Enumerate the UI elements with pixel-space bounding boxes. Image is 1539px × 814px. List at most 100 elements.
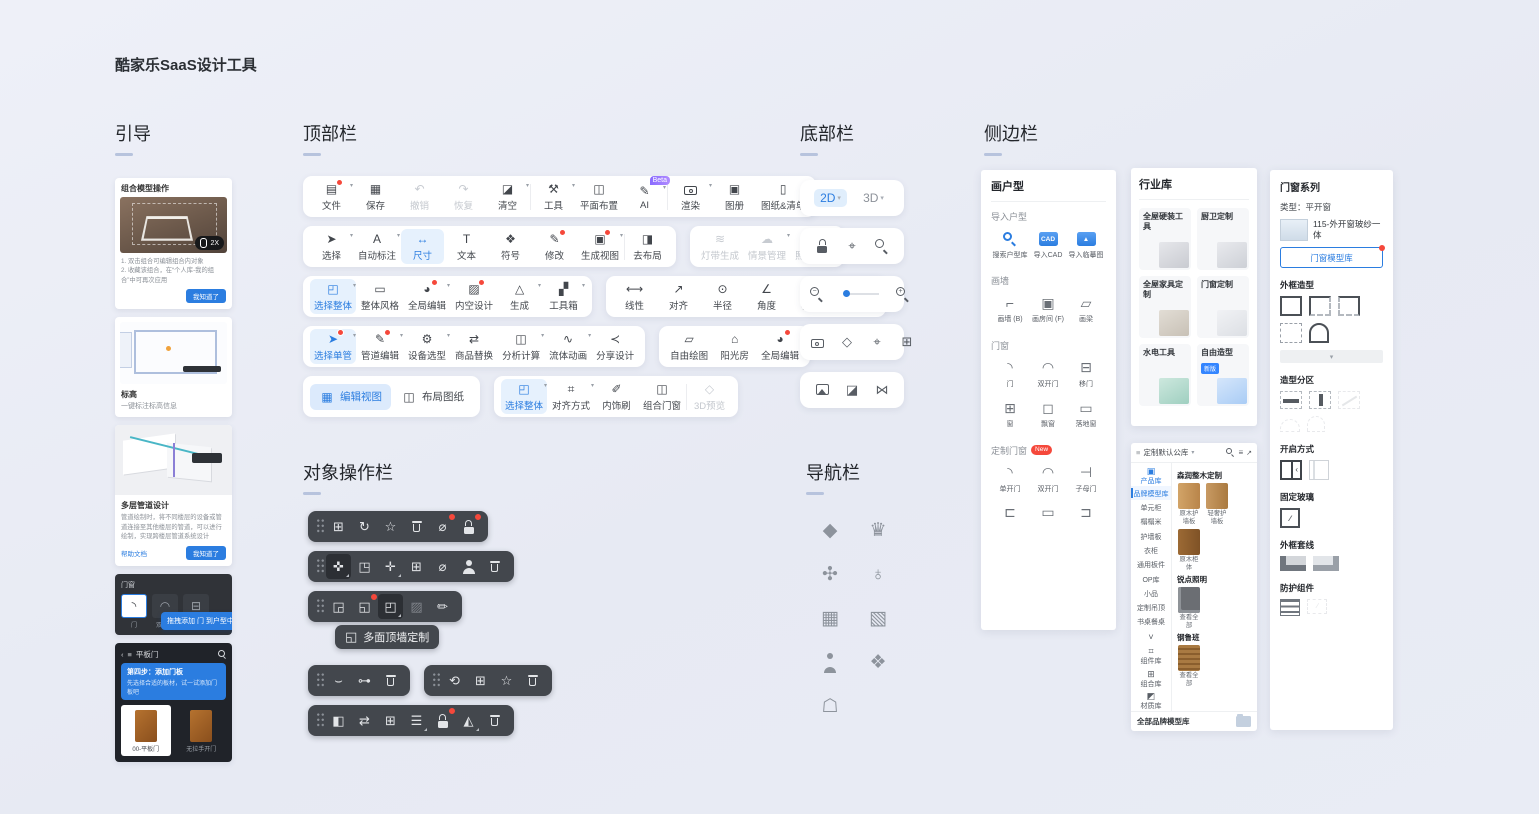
object-toolbar-button[interactable]: ◭ (456, 708, 481, 733)
toolbar-button[interactable]: ◪ 清空 (486, 179, 529, 214)
category-item[interactable]: 榻榻米 (1131, 514, 1171, 528)
toolbar-button[interactable]: ▱ 自由绘图 (666, 329, 712, 364)
navbar-item[interactable]: ❖ (854, 647, 902, 678)
library-tile[interactable]: ◠ 双开门 (1029, 355, 1067, 389)
navbar-item[interactable] (806, 647, 854, 678)
bottombar-button[interactable] (814, 238, 830, 254)
toolbar-button[interactable]: ✐ 内饰刷 (595, 379, 638, 414)
menu-icon[interactable] (1136, 448, 1140, 457)
navbar-item[interactable]: ♛ (854, 515, 902, 546)
window-option-icon[interactable] (1280, 419, 1300, 432)
object-toolbar-button[interactable]: ☆ (378, 514, 403, 539)
menu-icon[interactable] (128, 650, 132, 659)
toolbar-button[interactable]: ▨ 内空设计 (451, 279, 497, 314)
object-toolbar-button[interactable] (378, 668, 403, 693)
library-tile[interactable]: ◠ 双开门 (1029, 460, 1067, 494)
toolbar-button[interactable]: ✎ 修改 (533, 229, 576, 264)
window-option-icon[interactable] (1309, 391, 1331, 409)
toolbar-button[interactable]: ⚒ 工具 (532, 179, 575, 214)
object-toolbar-button[interactable]: ⊞ (468, 668, 493, 693)
toolbar-button[interactable]: ➤ 选择 (310, 229, 353, 264)
toolbar-button[interactable]: ≺ 分享设计 (592, 329, 638, 364)
object-toolbar-button[interactable]: ⌀ (430, 554, 455, 579)
window-option-icon[interactable] (1280, 391, 1302, 409)
toolbar-button[interactable]: ⇄ 商品替换 (451, 329, 497, 364)
object-toolbar-button[interactable]: ◧ (326, 708, 351, 733)
window-option-icon[interactable] (1280, 323, 1302, 343)
object-toolbar-button[interactable]: ⊞ (378, 708, 403, 733)
object-toolbar-button[interactable] (431, 668, 441, 693)
toolbar-button[interactable]: ➤ 选择单管 (310, 329, 356, 364)
window-option-icon[interactable] (1309, 323, 1329, 343)
toolbar-button[interactable]: ▤ 文件 (310, 179, 353, 214)
bottombar-button[interactable]: ⋈ (874, 382, 890, 398)
object-toolbar-button[interactable] (456, 514, 481, 539)
toolbar-button[interactable]: ∠ 角度 (745, 279, 788, 314)
category-item[interactable]: 单元柜 (1131, 500, 1171, 514)
object-toolbar-button[interactable] (315, 668, 325, 693)
object-toolbar-button[interactable]: ✏ (430, 594, 455, 619)
navbar-item[interactable]: ☖ (806, 691, 854, 722)
toolbar-button[interactable]: ▞ 工具箱 (542, 279, 585, 314)
library-tile[interactable]: ◝ 门 (991, 355, 1029, 389)
bottombar-button[interactable]: ⌖ (869, 334, 885, 350)
toolbar-button[interactable]: ◇ 3D预览 (688, 379, 731, 414)
search-icon[interactable] (218, 650, 226, 658)
navbar-item[interactable]: ▧ (854, 603, 902, 634)
industry-card[interactable]: 全屋硬装工具 (1139, 208, 1191, 270)
library-tile[interactable]: ▭ 落地窗 (1067, 395, 1105, 429)
library-select[interactable]: 定制默认公库 (1143, 447, 1188, 458)
mode-2d-button[interactable]: 2D (814, 189, 847, 207)
toolbar-button[interactable]: ≋ 灯带生成 (697, 229, 743, 264)
window-option-icon[interactable] (1280, 556, 1306, 571)
object-toolbar-button[interactable]: ✜ (326, 554, 351, 579)
all-brand-models-link[interactable]: 全部品牌模型库 (1137, 716, 1190, 727)
object-toolbar-button[interactable]: ⊞ (404, 554, 429, 579)
window-library-button[interactable]: 门窗模型库 (1280, 247, 1383, 268)
industry-card[interactable]: 厨卫定制 (1197, 208, 1249, 270)
bottombar-button[interactable] (809, 334, 825, 350)
object-toolbar-button[interactable] (456, 554, 481, 579)
brand-product[interactable]: 查看全部 (1177, 645, 1201, 687)
library-tile[interactable]: 搜索户型库 (991, 226, 1029, 260)
object-toolbar-button[interactable]: ◳ (352, 554, 377, 579)
bottombar-button[interactable]: ⌖ (844, 238, 860, 254)
brand-product[interactable]: 轻奢护墙板 (1205, 483, 1229, 525)
object-toolbar-button[interactable]: ◱ (352, 594, 377, 619)
object-toolbar-button[interactable]: ☆ (494, 668, 519, 693)
got-it-button[interactable]: 我知道了 (186, 289, 226, 303)
window-option-icon[interactable] (1338, 391, 1360, 409)
brand-product[interactable]: 原木护墙板 (1177, 483, 1201, 525)
toolbar-button[interactable]: ▦ 保存 (354, 179, 397, 214)
toolbar-button[interactable]: ◰ 选择整体 (310, 279, 356, 314)
search-icon[interactable] (1226, 448, 1235, 457)
category-item[interactable]: 小品 (1131, 586, 1171, 600)
filter-icon[interactable] (1238, 448, 1243, 457)
bottombar-button[interactable] (809, 286, 825, 302)
toolbar-button[interactable]: ▣ 图册 (713, 179, 756, 214)
object-toolbar-button[interactable]: ◰ (378, 594, 403, 619)
toolbar-button[interactable]: ⟷ 线性 (613, 279, 656, 314)
industry-card[interactable]: 门窗定制 (1197, 276, 1249, 338)
toolbar-button[interactable]: ◫ 分析计算 (498, 329, 544, 364)
library-tile[interactable]: ⊞ 窗 (991, 395, 1029, 429)
navbar-item[interactable]: ◆ (806, 515, 854, 546)
object-toolbar-button[interactable]: ▨ (404, 594, 429, 619)
bottombar-button[interactable] (895, 286, 911, 302)
category-item[interactable]: 衣柜 (1131, 543, 1171, 557)
toolbar-button[interactable]: ◕ 全局编辑 (404, 279, 450, 314)
library-tile[interactable]: ▱ 画梁 (1067, 290, 1105, 324)
category-item[interactable]: 书桌餐桌 (1131, 614, 1171, 628)
toolbar-button[interactable]: ▭ 整体风格 (357, 279, 403, 314)
toolbar-button[interactable]: ⌂ 阳光房 (713, 329, 756, 364)
toolbar-button[interactable]: ⌗ 对齐方式 (548, 379, 594, 414)
object-toolbar-button[interactable]: ◲ (326, 594, 351, 619)
toolbar-button[interactable]: △ 生成 (498, 279, 541, 314)
library-tile[interactable]: ⊏ (991, 500, 1029, 526)
folder-icon[interactable] (1236, 716, 1251, 727)
industry-card[interactable]: 自由造型 新版 (1197, 344, 1249, 406)
bottombar-button[interactable]: ⊞ (899, 334, 915, 350)
product-card[interactable]: 无拉手开门 (177, 705, 227, 756)
brand-product[interactable]: 原木柜体 (1177, 529, 1201, 571)
product-card[interactable]: 00-平板门 (121, 705, 171, 756)
